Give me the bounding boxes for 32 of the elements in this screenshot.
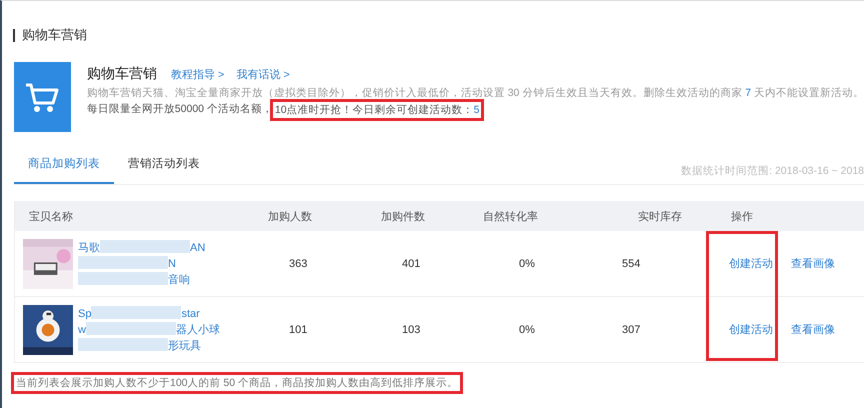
description: 购物车营销天猫、淘宝全量商家开放（虚拟类目除外），促销价计入最低价，活动设置 30 分钟后生效且当天有效。删除生效活动的商家 7 天内不能设置新活动。 bbox=[86, 86, 864, 100]
column-header: 加购人数 bbox=[267, 210, 313, 224]
table-cell-text: 363 bbox=[288, 258, 308, 270]
intro-title: 购物车营销 bbox=[86, 65, 157, 83]
view-profile-link[interactable]: 查看画像 bbox=[791, 322, 835, 337]
column-header: 宝贝名称 bbox=[28, 210, 74, 224]
section-title: 购物车营销 bbox=[22, 26, 87, 44]
tab[interactable]: 营销活动列表 bbox=[114, 156, 214, 184]
remaining-count-text: 10点准时开抢！今日剩余可创建活动数：5 bbox=[272, 102, 482, 118]
notice-text: 每日限量全网开放50000 个活动名额， bbox=[86, 102, 273, 117]
column-header: 实时库存 bbox=[637, 210, 683, 224]
view-profile-link[interactable]: 查看画像 bbox=[791, 256, 835, 271]
column-header: 自然转化率 bbox=[482, 210, 539, 224]
help-link[interactable]: 教程指导 > bbox=[170, 67, 224, 82]
product-name[interactable]: Sp star w 器人小球 形玩具 bbox=[78, 306, 220, 354]
table-cell-text: 0% bbox=[518, 324, 536, 336]
product-name[interactable]: 马歌 AN N 音响 bbox=[78, 240, 206, 288]
footer-note: 当前列表会展示加购人数不少于100人的前 50 个商品，商品按加购人数由高到低排序展示。 bbox=[14, 375, 460, 391]
table-cell-text: 0% bbox=[518, 258, 536, 270]
help-link[interactable]: 我有话说 > bbox=[236, 67, 290, 82]
table-cell-text: 103 bbox=[401, 324, 422, 336]
table-cell-text: 101 bbox=[288, 324, 308, 336]
tab[interactable]: 商品加购列表 bbox=[14, 156, 114, 184]
column-header: 操作 bbox=[730, 210, 754, 224]
table-cell-text: 307 bbox=[621, 324, 642, 336]
create-activity-link[interactable]: 创建活动 bbox=[729, 322, 773, 337]
table-cell-text: 554 bbox=[621, 258, 642, 270]
date-range: 数据统计时间范围: 2018-03-16 ~ 2018 bbox=[681, 164, 864, 178]
table-cell-text: 401 bbox=[401, 258, 422, 270]
create-activity-link[interactable]: 创建活动 bbox=[729, 256, 773, 271]
cart-icon bbox=[14, 62, 71, 132]
column-header: 加购件数 bbox=[380, 210, 426, 224]
